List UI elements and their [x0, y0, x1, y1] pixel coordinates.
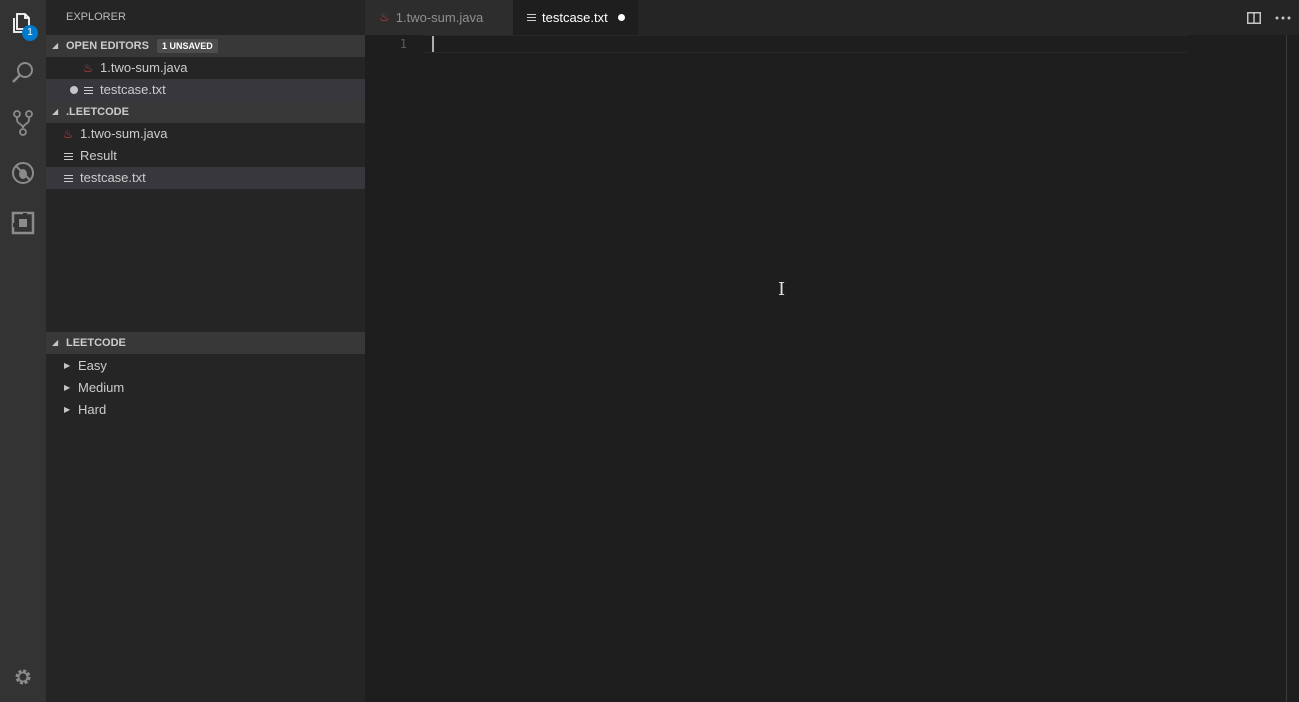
difficulty-label: Hard	[78, 402, 107, 417]
collapsed-caret-icon: ▶	[64, 405, 71, 414]
java-icon: ♨	[62, 127, 74, 141]
file-tree-item[interactable]: ♨ 1.two-sum.java	[46, 123, 365, 145]
collapsed-caret-icon: ▶	[64, 361, 71, 370]
leetcode-explorer-title: LEETCODE	[66, 337, 126, 349]
ibeam-cursor-icon: I	[778, 279, 786, 300]
sidebar-title: EXPLORER	[66, 11, 126, 23]
unsaved-dot-icon[interactable]	[68, 86, 80, 94]
text-cursor	[432, 36, 434, 52]
open-editor-label: testcase.txt	[100, 82, 166, 97]
unsaved-dot-icon[interactable]	[617, 14, 625, 21]
text-file-icon	[60, 151, 76, 162]
source-control-activity-button[interactable]	[0, 100, 46, 146]
expanded-caret-icon: ◢	[52, 107, 59, 116]
debug-activity-button[interactable]	[0, 150, 46, 196]
difficulty-tree-item[interactable]: ▶ Easy	[46, 355, 365, 377]
tab-label: 1.two-sum.java	[395, 10, 484, 25]
unsaved-badge: 1 UNSAVED	[156, 39, 218, 53]
search-activity-button[interactable]	[0, 50, 46, 96]
current-line-highlight	[423, 35, 1187, 53]
debug-icon	[10, 160, 36, 186]
more-actions-icon[interactable]	[1275, 16, 1291, 20]
line-number: 1	[399, 37, 407, 51]
difficulty-tree-item[interactable]: ▶ Hard	[46, 399, 365, 421]
open-editors-title: OPEN EDITORS	[66, 40, 149, 52]
editor-actions	[1247, 0, 1291, 35]
workspace-folder-title: .LEETCODE	[66, 106, 129, 118]
leetcode-explorer-header[interactable]: ◢ LEETCODE	[46, 332, 365, 354]
gear-icon	[12, 666, 34, 688]
split-editor-icon[interactable]	[1247, 11, 1261, 24]
expanded-caret-icon: ◢	[52, 338, 59, 347]
java-icon: ♨	[379, 10, 390, 24]
manage-activity-button[interactable]	[0, 654, 46, 700]
extensions-icon	[11, 211, 35, 235]
tab-two-sum-java[interactable]: ♨ 1.two-sum.java	[365, 0, 513, 35]
java-icon: ♨	[82, 61, 94, 75]
source-control-icon	[10, 109, 36, 137]
file-tree-item[interactable]: Result	[46, 145, 365, 167]
search-icon	[10, 60, 36, 86]
workspace-folder-header[interactable]: ◢ .LEETCODE	[46, 101, 365, 123]
file-tree-item[interactable]: testcase.txt	[46, 167, 365, 189]
open-editor-label: 1.two-sum.java	[100, 60, 188, 75]
difficulty-label: Easy	[78, 358, 107, 373]
text-file-icon	[80, 85, 96, 96]
vertical-scrollbar[interactable]	[1286, 35, 1287, 702]
explorer-sidebar: EXPLORER ◢ OPEN EDITORS 1 UNSAVED ♨ 1.tw…	[46, 0, 365, 702]
code-editor[interactable]: 1 I	[365, 35, 1299, 702]
open-editor-item[interactable]: testcase.txt	[46, 79, 365, 101]
explorer-badge: 1	[22, 25, 38, 41]
editor-tab-bar: ♨ 1.two-sum.java testcase.txt	[365, 0, 1299, 35]
difficulty-tree-item[interactable]: ▶ Medium	[46, 377, 365, 399]
tab-label: testcase.txt	[542, 10, 608, 25]
difficulty-label: Medium	[78, 380, 125, 395]
text-file-icon	[527, 12, 536, 23]
collapsed-caret-icon: ▶	[64, 383, 71, 392]
expanded-caret-icon: ◢	[52, 41, 59, 50]
open-editor-item[interactable]: ♨ 1.two-sum.java	[46, 57, 365, 79]
tab-testcase-txt[interactable]: testcase.txt	[513, 0, 638, 35]
file-label: Result	[80, 148, 117, 163]
explorer-activity-button[interactable]: 1	[0, 0, 46, 46]
extensions-activity-button[interactable]	[0, 200, 46, 246]
file-label: 1.two-sum.java	[80, 126, 168, 141]
file-label: testcase.txt	[80, 170, 146, 185]
activity-bar: 1	[0, 0, 46, 702]
open-editors-header[interactable]: ◢ OPEN EDITORS 1 UNSAVED	[46, 35, 365, 57]
text-file-icon	[60, 173, 76, 184]
